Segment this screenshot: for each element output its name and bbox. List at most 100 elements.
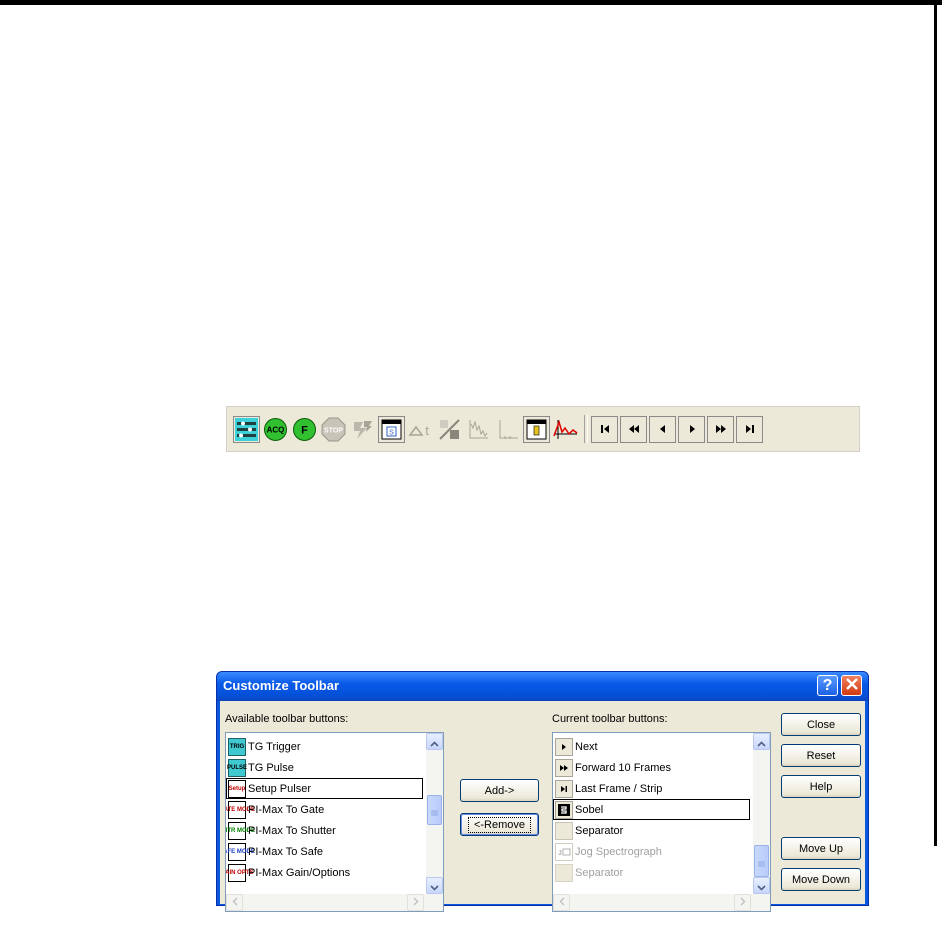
dialog-titlebar[interactable]: Customize Toolbar ? — [217, 672, 868, 701]
move-down-button[interactable]: Move Down — [781, 868, 861, 891]
customize-toolbar-dialog: Customize Toolbar ? Available toolbar bu… — [216, 671, 869, 912]
scroll-thumb[interactable] — [427, 795, 442, 825]
run-sequence-button[interactable] — [349, 416, 376, 443]
list-item[interactable]: SAFE MODE PI-Max To Safe — [226, 841, 423, 862]
scroll-left-button — [226, 894, 243, 911]
next-frame-icon — [555, 737, 573, 756]
gate-mode-icon: GATE MODE — [226, 800, 255, 819]
focus-icon-label: F — [301, 424, 308, 436]
scaling-button[interactable] — [436, 416, 463, 443]
close-icon — [845, 677, 858, 695]
acquire-button[interactable]: ACQ — [262, 416, 289, 443]
move-up-button[interactable]: Move Up — [781, 837, 861, 860]
scroll-left-button — [553, 894, 570, 911]
move-down-button-label: Move Down — [791, 873, 851, 886]
tg-pulse-icon: PULSE — [227, 758, 247, 777]
list-item[interactable]: Next — [553, 736, 750, 757]
display-layout-button[interactable]: S — [378, 415, 405, 443]
svg-text:J: J — [558, 850, 562, 857]
chevron-right-icon — [413, 897, 419, 909]
remove-button-label: <-Remove — [467, 816, 532, 833]
list-item-selected[interactable]: Setup Setup Pulser — [226, 778, 423, 799]
last-frame-icon — [744, 423, 756, 435]
chevron-up-icon — [757, 733, 766, 751]
scroll-up-button[interactable] — [753, 733, 770, 750]
scroll-down-button[interactable] — [426, 877, 443, 894]
axis-icon — [496, 418, 519, 441]
toolbar-separator — [584, 415, 588, 443]
list-item[interactable]: GAIN OPTS PI-Max Gain/Options — [226, 862, 423, 883]
separator-icon — [555, 821, 573, 840]
list-item[interactable]: SHTR MODE PI-Max To Shutter — [226, 820, 423, 841]
available-buttons-list[interactable]: TRIG TG Trigger PULSE TG Pulse Setup Set… — [225, 732, 444, 912]
scaling-icon — [438, 418, 461, 441]
list-item[interactable]: Forward 10 Frames — [553, 757, 750, 778]
tg-trigger-icon: TRIG — [228, 737, 246, 756]
chevron-right-icon — [740, 897, 746, 909]
list-item[interactable]: Separator — [553, 862, 750, 883]
roi-button[interactable] — [523, 415, 550, 443]
add-button-label: Add-> — [484, 784, 515, 797]
display-layout-icon: S — [381, 419, 402, 440]
back-10-frames-icon — [627, 423, 641, 435]
add-button[interactable]: Add-> — [460, 779, 539, 802]
list-item-label: TG Trigger — [248, 740, 301, 753]
list-item[interactable]: J Jog Spectrograph — [553, 841, 750, 862]
chevron-left-icon — [559, 897, 565, 909]
last-frame-button[interactable] — [736, 415, 763, 443]
graph-button[interactable] — [465, 416, 492, 443]
move-up-button-label: Move Up — [798, 842, 844, 855]
reset-button[interactable]: Reset — [781, 744, 861, 767]
available-list-vertical-scrollbar[interactable] — [426, 733, 443, 894]
list-item[interactable]: Separator — [553, 820, 750, 841]
current-list-vertical-scrollbar[interactable] — [753, 733, 770, 894]
close-caption-button[interactable] — [841, 675, 862, 696]
safe-mode-icon: SAFE MODE — [226, 842, 255, 861]
list-item-label: Separator — [575, 824, 624, 837]
close-button[interactable]: Close — [781, 713, 861, 736]
jog-spectrograph-icon: J — [555, 842, 573, 861]
remove-button[interactable]: <-Remove — [460, 813, 539, 836]
setup-acquisition-icon — [235, 417, 258, 441]
scroll-thumb[interactable] — [754, 845, 769, 877]
available-buttons-label: Available toolbar buttons: — [225, 713, 349, 725]
previous-frame-button[interactable] — [649, 415, 676, 443]
reset-button-label: Reset — [806, 749, 836, 762]
help-button-label: Help — [809, 780, 833, 793]
chevron-down-icon — [757, 876, 766, 895]
right-border-line — [934, 0, 937, 846]
available-list-horizontal-scrollbar — [226, 894, 443, 911]
focus-icon: F — [292, 417, 317, 442]
list-item-label: PI-Max To Safe — [248, 845, 323, 858]
list-item[interactable]: GATE MODE PI-Max To Gate — [226, 799, 423, 820]
top-border-line — [0, 0, 942, 5]
setup-pulser-icon: Setup — [228, 779, 246, 798]
spectrum-icon — [553, 418, 578, 441]
list-item[interactable]: TRIG TG Trigger — [226, 736, 423, 757]
help-caption-button[interactable]: ? — [817, 675, 838, 696]
chevron-left-icon — [232, 897, 238, 909]
current-buttons-list[interactable]: Next Forward 10 Frames Last Frame / Stri… — [552, 732, 771, 912]
stop-button[interactable]: STOP — [320, 416, 347, 443]
acquire-icon: ACQ — [263, 417, 288, 442]
shutter-mode-icon: SHTR MODE — [226, 821, 255, 840]
forward-10-frames-icon — [555, 758, 573, 777]
list-item[interactable]: PULSE TG Pulse — [226, 757, 423, 778]
forward-10-frames-button[interactable] — [707, 415, 734, 443]
axis-button[interactable] — [494, 416, 521, 443]
back-10-frames-button[interactable] — [620, 415, 647, 443]
setup-acquisition-button[interactable] — [233, 415, 260, 443]
scroll-up-button[interactable] — [426, 733, 443, 750]
close-button-label: Close — [806, 718, 836, 731]
delta-time-button[interactable]: t — [407, 416, 434, 443]
list-item[interactable]: Last Frame / Strip — [553, 778, 750, 799]
list-item-selected[interactable]: Sobel — [553, 799, 750, 820]
spectrum-button[interactable] — [552, 416, 579, 443]
scroll-down-button[interactable] — [753, 877, 770, 894]
focus-button[interactable]: F — [291, 416, 318, 443]
next-frame-button[interactable] — [678, 415, 705, 443]
help-button[interactable]: Help — [781, 775, 861, 798]
list-item-label: PI-Max To Gate — [248, 803, 325, 816]
chevron-down-icon — [430, 876, 439, 895]
first-frame-button[interactable] — [591, 415, 618, 443]
